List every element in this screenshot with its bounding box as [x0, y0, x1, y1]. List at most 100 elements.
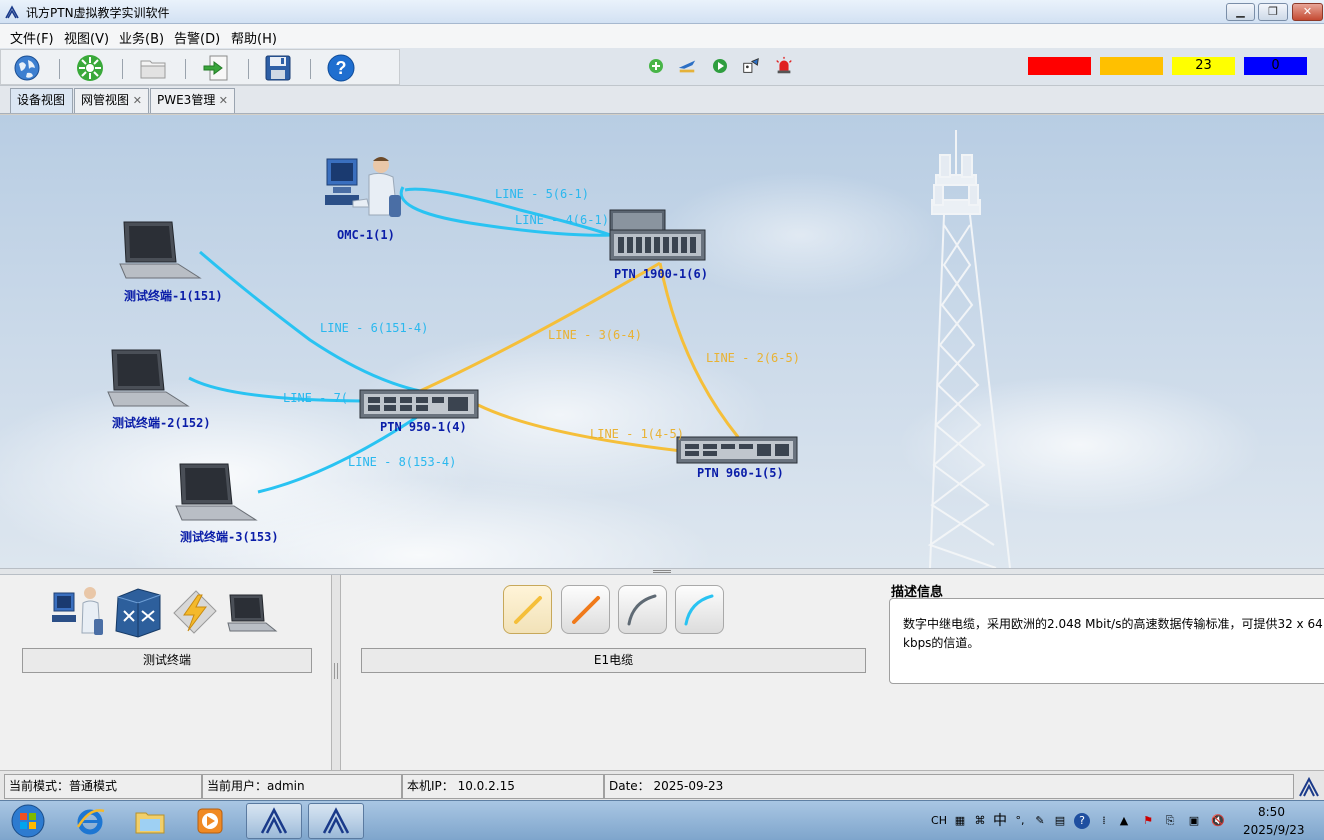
play-icon[interactable]	[710, 56, 730, 76]
svg-text:?: ?	[336, 58, 347, 78]
ptn960-node-icon[interactable]	[676, 436, 798, 464]
tab-label: 网管视图	[81, 93, 130, 107]
globe-icon[interactable]	[12, 53, 42, 83]
close-button[interactable]: ✕	[1292, 3, 1323, 21]
keyboard-icon[interactable]: ▦	[952, 813, 968, 829]
restore-button[interactable]: ❐	[1258, 3, 1288, 21]
usb-device-icon[interactable]: ⎘	[1162, 813, 1178, 829]
device-panel: 测试终端	[0, 575, 332, 770]
term2-node-icon[interactable]	[107, 349, 190, 407]
orange-cable-icon[interactable]	[561, 585, 610, 634]
link-label-line7: LINE - 7(	[283, 391, 349, 405]
term3-node-icon[interactable]	[175, 463, 258, 521]
ime-punct-indicator[interactable]: °,	[1012, 813, 1028, 829]
lightning-icon[interactable]	[170, 587, 220, 637]
media-player-icon[interactable]	[182, 803, 238, 839]
term1-node-icon[interactable]	[119, 221, 202, 279]
node-label-term1: 测试终端-1(151)	[124, 289, 223, 303]
horizontal-splitter[interactable]	[0, 568, 1324, 575]
critical-alarm-count[interactable]	[1028, 57, 1091, 75]
vertical-splitter[interactable]	[332, 575, 341, 770]
major-alarm-count[interactable]	[1100, 57, 1163, 75]
link-line2	[658, 262, 740, 438]
tower-illustration	[927, 130, 1011, 568]
export-icon[interactable]	[201, 53, 231, 83]
app-logo-icon	[1299, 776, 1319, 797]
tab-pwe3[interactable]: PWE3管理 ✕	[150, 88, 235, 113]
menu-bar: 文件(F) 视图(V) 业务(B) 告警(D) 帮助(H)	[0, 24, 1324, 48]
menu-alarm[interactable]: 告警(D)	[174, 28, 220, 47]
tab-close-icon[interactable]: ✕	[219, 89, 228, 112]
volume-muted-icon[interactable]: 🔇	[1210, 813, 1226, 829]
window-title: 讯方PTN虚拟教学实训软件	[26, 6, 170, 20]
link-label-line8: LINE - 8(153-4)	[348, 455, 457, 469]
app-logo-icon	[5, 5, 19, 19]
tab-bar: 设备视图 网管视图 ✕ PWE3管理 ✕	[0, 86, 1324, 114]
gray-cable-icon[interactable]	[618, 585, 667, 634]
help-icon[interactable]: ?	[326, 53, 356, 83]
taskbar: CH ▦ ⌘ 中 °, ✎ ▤ ? ⁞ ▲ ⚑ ⎘ ▣ 🔇 8:50 2025/…	[0, 800, 1324, 840]
menu-service[interactable]: 业务(B)	[119, 28, 164, 47]
menu-help[interactable]: 帮助(H)	[231, 28, 277, 47]
xunfang-app-icon[interactable]	[308, 803, 364, 839]
ime-settings-icon[interactable]: ✎	[1032, 813, 1048, 829]
link-line3	[419, 261, 661, 393]
node-label-ptn950: PTN 950-1(4)	[380, 420, 467, 434]
ptn950-node-icon[interactable]	[359, 389, 479, 419]
menu-file[interactable]: 文件(F)	[10, 28, 54, 47]
tab-close-icon[interactable]: ✕	[133, 89, 142, 112]
help-icon[interactable]: ?	[1074, 813, 1090, 829]
status-date: Date： 2025-09-23	[604, 774, 1294, 799]
laptop-icon[interactable]	[226, 593, 278, 633]
blue-cable-icon[interactable]	[675, 585, 724, 634]
show-hidden-icons-icon[interactable]: ▲	[1116, 813, 1132, 829]
ie-icon[interactable]	[62, 803, 118, 839]
clock-date[interactable]: 2025/9/23	[1243, 823, 1305, 837]
ime-menu-icon[interactable]: ⁞	[1096, 813, 1112, 829]
xunfang-app-icon[interactable]	[246, 803, 302, 839]
status-mode: 当前模式：普通模式	[4, 774, 202, 799]
tab-device-view[interactable]: 设备视图	[10, 88, 73, 113]
robot-config-icon[interactable]	[741, 56, 761, 76]
cable-type-label: E1电缆	[361, 648, 866, 673]
ptn1900-node-icon[interactable]	[609, 209, 706, 261]
device-type-label: 测试终端	[22, 648, 312, 673]
omc-operator-icon[interactable]	[52, 585, 108, 639]
e1-links	[419, 261, 740, 454]
tab-nms-view[interactable]: 网管视图 ✕	[74, 88, 149, 113]
link-label-line4: LINE - 4(6-1)	[515, 213, 609, 227]
node-label-term2: 测试终端-2(152)	[112, 416, 211, 430]
tab-label: 设备视图	[17, 93, 66, 107]
explorer-icon[interactable]	[122, 803, 178, 839]
minor-alarm-count[interactable]: 23	[1172, 57, 1235, 75]
link-label-line3: LINE - 3(6-4)	[548, 328, 642, 342]
alarm-light-icon[interactable]	[774, 56, 794, 76]
node-label-term3: 测试终端-3(153)	[180, 530, 279, 544]
open-folder-icon[interactable]	[138, 53, 168, 83]
network-node-icon[interactable]	[75, 53, 105, 83]
omc-node-icon[interactable]	[325, 157, 401, 217]
action-center-icon[interactable]: ⚑	[1140, 813, 1156, 829]
node-label-ptn960: PTN 960-1(5)	[697, 466, 784, 480]
description-text: 数字中继电缆，采用欧洲的2.048 Mbit/s的高速数据传输标准，可提供32 …	[903, 617, 1323, 650]
status-user: 当前用户：admin	[202, 774, 402, 799]
ime-icon[interactable]: ⌘	[972, 813, 988, 829]
router-icon[interactable]	[112, 587, 164, 639]
network-icon[interactable]: ▣	[1186, 813, 1202, 829]
menu-view[interactable]: 视图(V)	[64, 28, 109, 47]
save-icon[interactable]	[263, 53, 293, 83]
link-label-line1: LINE - 1(4-5)	[590, 427, 684, 441]
ime-tools-icon[interactable]: ▤	[1052, 813, 1068, 829]
clock-time[interactable]: 8:50	[1258, 805, 1285, 819]
airplane-config-icon[interactable]	[677, 56, 697, 76]
topology-canvas[interactable]: OMC-1(1) PTN 1900-1(6) 测试终端-1(151) 测试终端-…	[0, 115, 1324, 568]
ime-chinese-indicator[interactable]: 中	[992, 813, 1008, 829]
node-label-ptn1900: PTN 1900-1(6)	[614, 267, 708, 281]
yellow-cable-icon[interactable]	[503, 585, 552, 634]
minimize-button[interactable]: ▁	[1226, 3, 1255, 21]
warning-alarm-count[interactable]: 0	[1244, 57, 1307, 75]
language-indicator[interactable]: CH	[930, 813, 948, 829]
start-orb-icon[interactable]	[0, 803, 56, 839]
status-bar: 当前模式：普通模式 当前用户：admin 本机IP： 10.0.2.15 Dat…	[0, 770, 1324, 800]
add-icon[interactable]	[646, 56, 666, 76]
